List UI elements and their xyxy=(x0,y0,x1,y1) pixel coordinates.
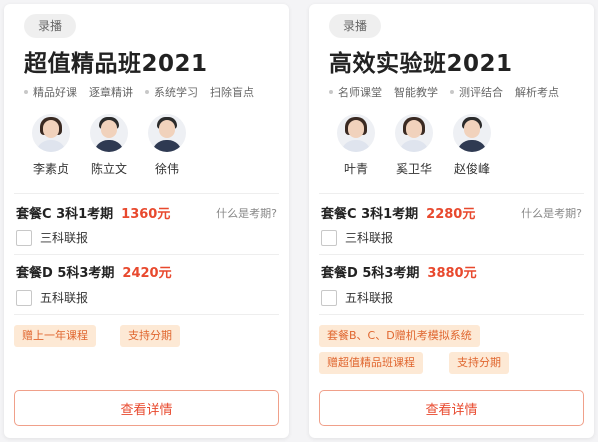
plan-option[interactable]: 五科联报 xyxy=(16,289,88,306)
course-title[interactable]: 高效实验班2021 xyxy=(329,44,513,78)
feature-list: 精品好课 逐章精讲 系统学习 扫除盲点 xyxy=(24,84,266,100)
feature-list: 名师课堂 智能教学 测评结合 解析考点 xyxy=(329,84,571,100)
feature-item: 精品好课 xyxy=(24,84,77,100)
teacher[interactable]: 奚卫华 xyxy=(385,114,443,177)
bullet-icon xyxy=(24,90,28,94)
teacher-name: 奚卫华 xyxy=(395,162,432,176)
plan-name: 套餐D 5科3考期 xyxy=(321,266,420,281)
plan-price: 2280元 xyxy=(426,207,476,222)
bullet-icon xyxy=(145,90,149,94)
teacher-avatar xyxy=(32,114,70,152)
plan-name: 套餐D 5科3考期 xyxy=(16,266,115,281)
bullet-icon xyxy=(329,90,333,94)
feature-item: 解析考点 xyxy=(515,84,559,100)
plan-price: 2420元 xyxy=(122,266,172,281)
teacher-list: 李素贞 陈立文 徐伟 xyxy=(22,114,196,177)
view-details-button[interactable]: 查看详情 xyxy=(319,390,584,426)
feature-label: 测评结合 xyxy=(459,86,503,99)
option-checkbox[interactable] xyxy=(321,229,337,246)
feature-label: 精品好课 xyxy=(33,86,77,99)
divider xyxy=(14,254,279,255)
option-label: 五科联报 xyxy=(40,291,89,305)
feature-label: 系统学习 xyxy=(154,86,198,99)
perk-badge: 套餐B、C、D赠机考模拟系统 xyxy=(319,325,480,347)
option-checkbox[interactable] xyxy=(16,229,32,246)
option-checkbox[interactable] xyxy=(16,289,32,306)
perk-badge: 支持分期 xyxy=(449,352,509,374)
teacher[interactable]: 陈立文 xyxy=(80,114,138,177)
feature-label: 扫除盲点 xyxy=(210,86,254,99)
teacher-avatar xyxy=(148,114,186,152)
teacher[interactable]: 徐伟 xyxy=(138,114,196,177)
course-card-2: 录播 高效实验班2021 名师课堂 智能教学 测评结合 解析考点 叶青 奚卫华 … xyxy=(309,4,594,438)
exam-period-help-link[interactable]: 什么是考期? xyxy=(216,205,277,221)
divider xyxy=(319,254,584,255)
teacher-avatar xyxy=(453,114,491,152)
feature-item: 测评结合 xyxy=(450,84,503,100)
perk-badge: 赠上一年课程 xyxy=(14,325,96,347)
plan-row: 套餐C 3科1考期 1360元 什么是考期? xyxy=(16,203,277,223)
feature-item: 名师课堂 xyxy=(329,84,382,100)
plan-name: 套餐C 3科1考期 xyxy=(16,207,114,222)
course-title[interactable]: 超值精品班2021 xyxy=(24,44,208,78)
divider xyxy=(319,193,584,194)
plan-option[interactable]: 三科联报 xyxy=(16,229,88,246)
teacher-name: 赵俊峰 xyxy=(453,162,490,176)
course-type-tag: 录播 xyxy=(24,14,77,38)
teacher-name: 叶青 xyxy=(343,162,368,176)
divider xyxy=(14,314,279,315)
plan-option[interactable]: 五科联报 xyxy=(321,289,393,306)
plan-option[interactable]: 三科联报 xyxy=(321,229,393,246)
feature-label: 智能教学 xyxy=(394,86,438,99)
teacher-avatar xyxy=(90,114,128,152)
teacher[interactable]: 叶青 xyxy=(327,114,385,177)
exam-period-help-link[interactable]: 什么是考期? xyxy=(521,205,582,221)
feature-label: 名师课堂 xyxy=(338,86,382,99)
feature-label: 解析考点 xyxy=(515,86,559,99)
plan-price: 3880元 xyxy=(427,266,477,281)
teacher[interactable]: 赵俊峰 xyxy=(443,114,501,177)
teacher-name: 李素贞 xyxy=(32,162,69,176)
feature-item: 扫除盲点 xyxy=(210,84,254,100)
option-label: 三科联报 xyxy=(40,231,89,245)
teacher-name: 陈立文 xyxy=(90,162,127,176)
course-card-1: 录播 超值精品班2021 精品好课 逐章精讲 系统学习 扫除盲点 李素贞 陈立文… xyxy=(4,4,289,438)
option-label: 五科联报 xyxy=(345,291,394,305)
view-details-button[interactable]: 查看详情 xyxy=(14,390,279,426)
feature-label: 逐章精讲 xyxy=(89,86,133,99)
teacher[interactable]: 李素贞 xyxy=(22,114,80,177)
divider xyxy=(14,193,279,194)
divider xyxy=(319,314,584,315)
option-checkbox[interactable] xyxy=(321,289,337,306)
plan-row: 套餐D 5科3考期 3880元 xyxy=(321,262,582,281)
plan-row: 套餐D 5科3考期 2420元 xyxy=(16,262,277,281)
teacher-name: 徐伟 xyxy=(154,162,179,176)
teacher-avatar xyxy=(337,114,375,152)
course-type-tag: 录播 xyxy=(329,14,382,38)
teacher-list: 叶青 奚卫华 赵俊峰 xyxy=(327,114,501,177)
plan-price: 1360元 xyxy=(121,207,171,222)
option-label: 三科联报 xyxy=(345,231,394,245)
feature-item: 系统学习 xyxy=(145,84,198,100)
teacher-avatar xyxy=(395,114,433,152)
perk-badge: 支持分期 xyxy=(120,325,180,347)
bullet-icon xyxy=(450,90,454,94)
plan-name: 套餐C 3科1考期 xyxy=(321,207,419,222)
feature-item: 逐章精讲 xyxy=(89,84,133,100)
plan-row: 套餐C 3科1考期 2280元 什么是考期? xyxy=(321,203,582,223)
perk-badge: 赠超值精品班课程 xyxy=(319,352,423,374)
feature-item: 智能教学 xyxy=(394,84,438,100)
